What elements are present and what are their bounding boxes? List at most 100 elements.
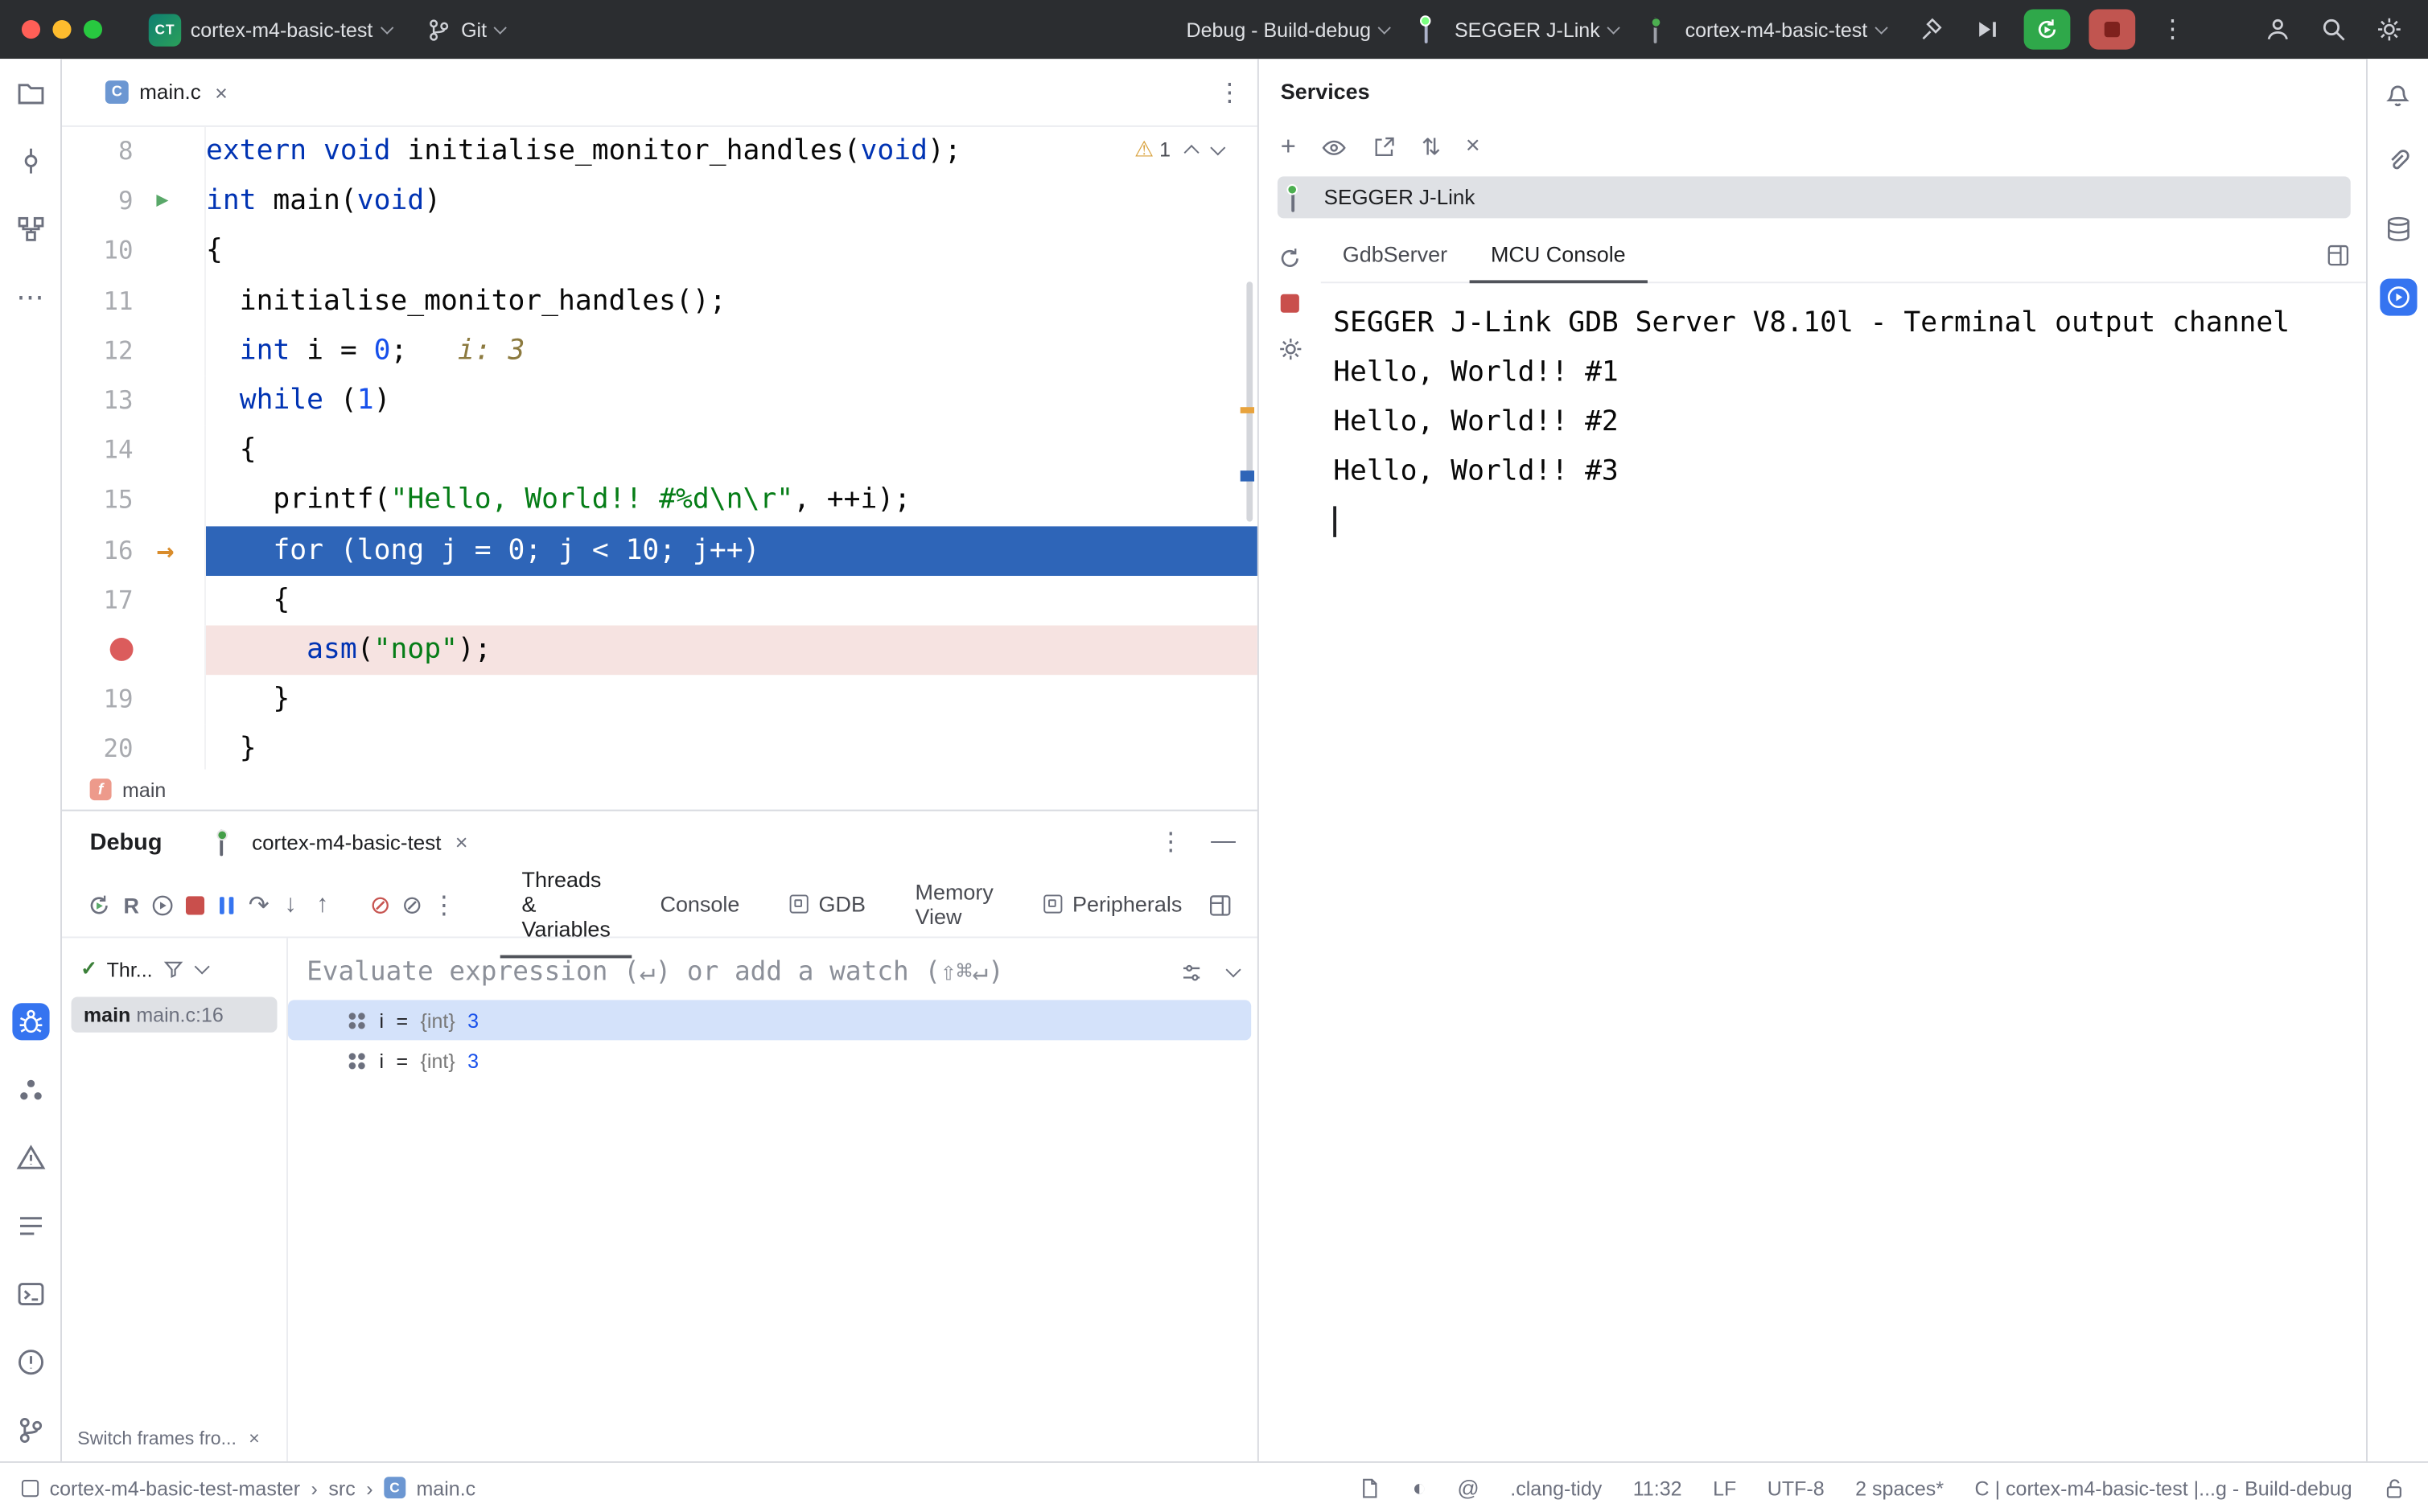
status-project[interactable]: cortex-m4-basic-test-master (50, 1476, 300, 1499)
git-widget[interactable]: Git (413, 10, 517, 49)
minimize-window-button[interactable] (52, 20, 71, 39)
titlebar-more-button[interactable]: ⋮ (2150, 10, 2196, 50)
code-text[interactable]: while (1) (206, 376, 1257, 426)
editor-options-icon[interactable]: ⋮ (1217, 76, 1242, 107)
collapse-icon[interactable]: × (1466, 134, 1480, 162)
status-widget[interactable]: .clang-tidy (1510, 1476, 1602, 1499)
gutter[interactable]: 20 (62, 725, 206, 769)
tab-memory-view[interactable]: Memory View (894, 865, 1015, 945)
open-in-new-icon[interactable] (1372, 134, 1397, 159)
status-widget[interactable]: LF (1713, 1476, 1736, 1499)
code-line[interactable]: 12 int i = 0; i: 3 (62, 327, 1257, 376)
tab-console[interactable]: Console (639, 877, 762, 932)
evaluate-expression-input[interactable]: Evaluate expression (↵) or add a watch (… (288, 944, 1257, 1000)
code-text[interactable]: { (206, 575, 1257, 625)
pause-button[interactable] (211, 885, 243, 925)
gutter[interactable]: 16→ (62, 525, 206, 575)
stop-debug-button[interactable] (179, 885, 212, 925)
filter-icon[interactable] (162, 958, 183, 980)
code-text[interactable]: initialise_monitor_handles(); (206, 277, 1257, 327)
eye-icon[interactable] (1321, 134, 1348, 160)
code-text[interactable]: { (206, 227, 1257, 277)
threads-filter[interactable]: ✓ Thr... (62, 947, 286, 991)
close-session-icon[interactable]: × (455, 830, 468, 855)
code-line[interactable]: 15 printf("Hello, World!! #%d\n\r", ++i)… (62, 475, 1257, 525)
status-widget[interactable]: C | cortex-m4-basic-test |...g - Build-d… (1975, 1476, 2352, 1499)
close-window-button[interactable] (22, 20, 40, 39)
run-configuration-widget[interactable]: Debug - Build-debug (1174, 11, 1401, 47)
code-line[interactable]: 11 initialise_monitor_handles(); (62, 277, 1257, 327)
console-output[interactable]: SEGGER J-Link GDB Server V8.10l - Termin… (1321, 283, 2366, 1461)
todo-tool-button[interactable] (11, 1207, 48, 1244)
search-everywhere-button[interactable] (2311, 10, 2357, 50)
gutter[interactable]: 13 (62, 376, 206, 426)
gutter[interactable]: 19 (62, 675, 206, 725)
services-tool-button[interactable] (2379, 278, 2416, 315)
code-text[interactable]: int main(void) (206, 177, 1257, 227)
project-tool-button[interactable] (11, 74, 48, 111)
close-tab-icon[interactable]: × (215, 80, 228, 105)
resume-button[interactable] (147, 885, 179, 925)
step-into-button[interactable]: ↓ (274, 885, 307, 925)
breadcrumb-function[interactable]: main (122, 778, 166, 801)
file-status-button[interactable] (1358, 1476, 1381, 1499)
maximize-window-button[interactable] (84, 20, 102, 39)
hide-tool-window-icon[interactable]: — (1211, 828, 1236, 857)
code-text[interactable]: } (206, 675, 1257, 725)
warning-stripe-mark[interactable] (1241, 407, 1254, 413)
gutter[interactable]: 12 (62, 327, 206, 376)
chevron-down-icon[interactable] (194, 959, 209, 974)
refresh-icon[interactable] (1278, 246, 1302, 271)
profiler-tool-button[interactable] (11, 1071, 48, 1108)
build-button[interactable] (1907, 10, 1954, 50)
debug-tool-button[interactable] (11, 1003, 48, 1040)
gutter[interactable]: 17 (62, 575, 206, 625)
resume-program-button[interactable] (1964, 10, 2010, 50)
status-crumb-src[interactable]: src (328, 1476, 355, 1499)
code-line[interactable]: 13 while (1) (62, 376, 1257, 426)
stack-frame-item[interactable]: main main.c:16 (72, 997, 278, 1033)
status-widget[interactable]: UTF-8 (1768, 1476, 1825, 1499)
project-widget[interactable]: CT cortex-m4-basic-test (136, 7, 403, 52)
debug-session-tab[interactable]: cortex-m4-basic-test × (218, 830, 468, 855)
code-editor[interactable]: 8extern void initialise_monitor_handles(… (62, 127, 1257, 770)
database-button[interactable] (2379, 211, 2416, 248)
watch-options-icon[interactable] (1180, 960, 1204, 984)
lock-button[interactable] (2383, 1476, 2406, 1499)
code-line[interactable]: 17 { (62, 575, 1257, 625)
problems-tool-button[interactable] (11, 1140, 48, 1177)
step-over-button[interactable]: ↷ (243, 885, 275, 925)
tab-gdbserver[interactable]: GdbServer (1321, 227, 1469, 282)
code-line[interactable]: 14 { (62, 426, 1257, 476)
breakpoint-icon[interactable] (110, 638, 134, 661)
terminal-tool-button[interactable] (11, 1276, 48, 1313)
code-line[interactable]: 8extern void initialise_monitor_handles(… (62, 127, 1257, 177)
rerun-button[interactable] (84, 885, 116, 925)
code-line[interactable]: 16→ for (long j = 0; j < 10; j++) (62, 525, 1257, 575)
gutter[interactable] (62, 625, 206, 675)
sort-icon[interactable]: ⇅ (1422, 134, 1441, 162)
structure-tool-button[interactable] (11, 211, 48, 248)
previous-problem-icon[interactable] (1184, 144, 1200, 159)
git-tool-button[interactable] (11, 1411, 48, 1448)
editor-scrollbar[interactable] (1246, 281, 1253, 521)
rerun-debugger-button[interactable]: R (116, 885, 148, 925)
commit-tool-button[interactable] (11, 142, 48, 179)
gutter[interactable]: 15 (62, 475, 206, 525)
step-out-button[interactable]: ↑ (307, 885, 339, 925)
tab-gdb[interactable]: GDB (767, 877, 887, 932)
stop-server-icon[interactable] (1281, 294, 1299, 313)
layout-settings-button[interactable] (1204, 885, 1236, 925)
mute-breakpoints-button[interactable]: ⊘ (364, 885, 397, 925)
code-text[interactable]: extern void initialise_monitor_handles(v… (206, 127, 1257, 177)
gutter[interactable]: 14 (62, 426, 206, 476)
code-line[interactable]: 19 } (62, 675, 1257, 725)
rerun-debug-button[interactable] (2024, 10, 2071, 50)
status-widget[interactable]: 11:32 (1633, 1476, 1682, 1499)
watch-row[interactable]: i={int}3 (288, 1000, 1251, 1040)
status-widget[interactable]: 2 spaces* (1855, 1476, 1944, 1499)
code-text[interactable]: for (long j = 0; j < 10; j++) (206, 525, 1257, 575)
view-breakpoints-button[interactable]: ⊘ (396, 885, 428, 925)
ai-assistant-button[interactable] (2379, 142, 2416, 179)
debug-more-button[interactable]: ⋮ (428, 885, 460, 925)
